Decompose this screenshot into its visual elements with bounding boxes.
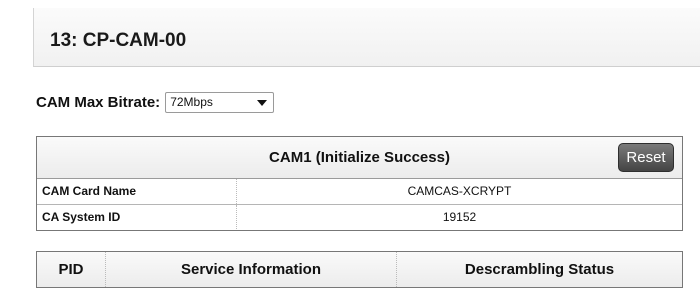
reset-button[interactable]: Reset bbox=[618, 143, 674, 172]
cam-status-title: CAM1 (Initialize Success) bbox=[269, 149, 450, 166]
column-header-service-information[interactable]: Service Information bbox=[106, 252, 397, 287]
cam-card-name-label: CAM Card Name bbox=[37, 179, 237, 204]
chevron-down-icon bbox=[257, 99, 268, 106]
bitrate-select[interactable]: 72Mbps bbox=[165, 91, 275, 113]
page-header: 13: CP-CAM-00 bbox=[33, 8, 700, 67]
ca-system-id-row: CA System ID 19152 bbox=[37, 204, 682, 229]
ca-system-id-label: CA System ID bbox=[37, 205, 237, 229]
column-header-pid[interactable]: PID bbox=[37, 252, 106, 287]
cam-card-name-value: CAMCAS-XCRYPT bbox=[407, 184, 512, 198]
page-title: 13: CP-CAM-00 bbox=[50, 30, 187, 51]
pid-table-header: PID Service Information Descrambling Sta… bbox=[36, 251, 683, 288]
cam-header: CAM1 (Initialize Success) Reset bbox=[37, 137, 682, 179]
column-header-descrambling-status[interactable]: Descrambling Status bbox=[397, 252, 682, 287]
ca-system-id-value: 19152 bbox=[442, 210, 477, 224]
cam-info-panel: CAM1 (Initialize Success) Reset CAM Card… bbox=[36, 136, 683, 231]
bitrate-label: CAM Max Bitrate: bbox=[36, 93, 161, 111]
bitrate-row: CAM Max Bitrate: 72Mbps bbox=[36, 90, 275, 114]
bitrate-selected-value: 72Mbps bbox=[170, 94, 213, 109]
cam-content: CAM Max Bitrate: 72Mbps CAM1 (Initialize… bbox=[36, 80, 700, 301]
cam-card-name-row: CAM Card Name CAMCAS-XCRYPT bbox=[37, 179, 682, 204]
